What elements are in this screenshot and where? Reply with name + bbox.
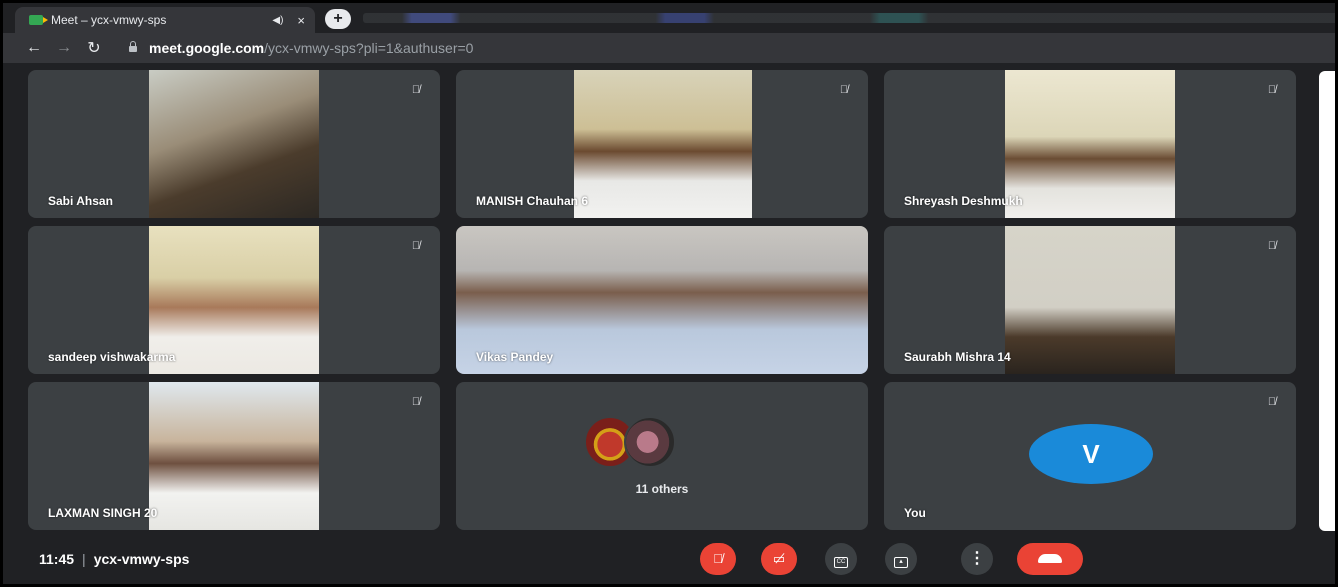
self-tile[interactable]: 🎙̸ V You [884, 382, 1296, 530]
others-tile[interactable]: 11 others [456, 382, 868, 530]
mic-off-icon: 🎙̸ [411, 240, 421, 252]
leave-call-button[interactable] [1017, 543, 1083, 575]
participant-video [1005, 70, 1175, 218]
speaker-icon[interactable]: ◀) [272, 15, 283, 26]
participant-name: Shreyash Deshmukh [904, 194, 1023, 208]
new-tab-button[interactable]: + [325, 9, 351, 29]
meeting-controls-bar: 11:45 | ycx-vmwy-sps 🎙̸ ▭̸ CC ▴ ⋮ [3, 535, 1335, 584]
self-avatar: V [1029, 424, 1153, 484]
captions-button[interactable]: CC [825, 543, 857, 575]
back-arrow-icon[interactable]: ← [19, 39, 49, 57]
others-count: 11 others [635, 482, 689, 496]
captions-icon: CC [834, 557, 848, 568]
mic-off-icon: 🎙̸ [411, 396, 421, 408]
meeting-code: ycx-vmwy-sps [93, 551, 190, 567]
mic-off-icon: 🎙̸ [1267, 396, 1277, 408]
tab-meet[interactable]: Meet – ycx-vmwy-sps ◀) × [15, 7, 315, 33]
side-panel-scrollbar[interactable] [1319, 71, 1335, 531]
participant-tile-active-speaker[interactable]: Vikas Pandey [456, 226, 868, 374]
camera-off-icon: ▭̸ [772, 551, 786, 566]
meeting-details[interactable]: 11:45 | ycx-vmwy-sps [39, 551, 189, 567]
address-bar: ← → ↻ meet.google.com /ycx-vmwy-sps?pli=… [3, 33, 1335, 63]
participant-tile[interactable]: 🎙̸ Sabi Ahsan [28, 70, 440, 218]
participant-name: Saurabh Mishra 14 [904, 350, 1011, 364]
participant-tile[interactable]: 🎙̸ sandeep vishwakarma [28, 226, 440, 374]
participant-video [149, 70, 319, 218]
separator: | [82, 551, 86, 567]
mic-off-icon: 🎙̸ [713, 551, 723, 566]
participant-name: sandeep vishwakarma [48, 350, 176, 364]
other-tabs[interactable] [363, 13, 1335, 23]
meet-favicon-icon [29, 15, 48, 25]
mic-off-icon: 🎙̸ [1267, 240, 1277, 252]
avatar [624, 416, 676, 468]
participant-video [1005, 226, 1175, 374]
participant-tile[interactable]: 🎙̸ Saurabh Mishra 14 [884, 226, 1296, 374]
url-path: /ycx-vmwy-sps?pli=1&authuser=0 [264, 40, 474, 56]
mic-toggle-button[interactable]: 🎙̸ [700, 543, 736, 575]
participant-name: Vikas Pandey [476, 350, 554, 364]
participant-name: You [904, 506, 926, 520]
reload-icon[interactable]: ↻ [79, 38, 109, 58]
close-tab-icon[interactable]: × [297, 13, 305, 28]
participant-name: MANISH Chauhan 6 [476, 194, 589, 208]
lock-icon [129, 41, 137, 52]
mic-off-icon: 🎙̸ [1267, 84, 1277, 96]
more-vert-icon: ⋮ [969, 550, 985, 567]
mic-off-icon: 🎙̸ [839, 84, 849, 96]
camera-toggle-button[interactable]: ▭̸ [761, 543, 797, 575]
present-icon: ▴ [894, 557, 908, 568]
url-field[interactable]: meet.google.com /ycx-vmwy-sps?pli=1&auth… [129, 40, 473, 56]
meeting-time: 11:45 [39, 551, 75, 567]
participant-video [149, 382, 319, 530]
participant-tile[interactable]: 🎙̸ Shreyash Deshmukh [884, 70, 1296, 218]
meet-grid: 🎙̸ Sabi Ahsan 🎙̸ MANISH Chauhan 6 🎙̸ Shr… [3, 63, 1335, 584]
forward-arrow-icon[interactable]: → [49, 39, 79, 57]
others-avatars [584, 416, 744, 468]
participant-name: Sabi Ahsan [48, 194, 113, 208]
mic-off-icon: 🎙̸ [411, 84, 421, 96]
participant-name: LAXMAN SINGH 20 [48, 506, 158, 520]
participant-tile[interactable]: 🎙̸ LAXMAN SINGH 20 [28, 382, 440, 530]
more-options-button[interactable]: ⋮ [961, 543, 993, 575]
participant-tile[interactable]: 🎙̸ MANISH Chauhan 6 [456, 70, 868, 218]
browser-window: Meet – ycx-vmwy-sps ◀) × + ← → ↻ meet.go… [0, 0, 1338, 587]
phone-hangup-icon [1038, 554, 1062, 563]
url-host: meet.google.com [149, 40, 265, 56]
tab-strip: Meet – ycx-vmwy-sps ◀) × + [3, 3, 1335, 33]
tab-title: Meet – ycx-vmwy-sps [51, 13, 167, 27]
participant-video [574, 70, 752, 218]
present-button[interactable]: ▴ [885, 543, 917, 575]
